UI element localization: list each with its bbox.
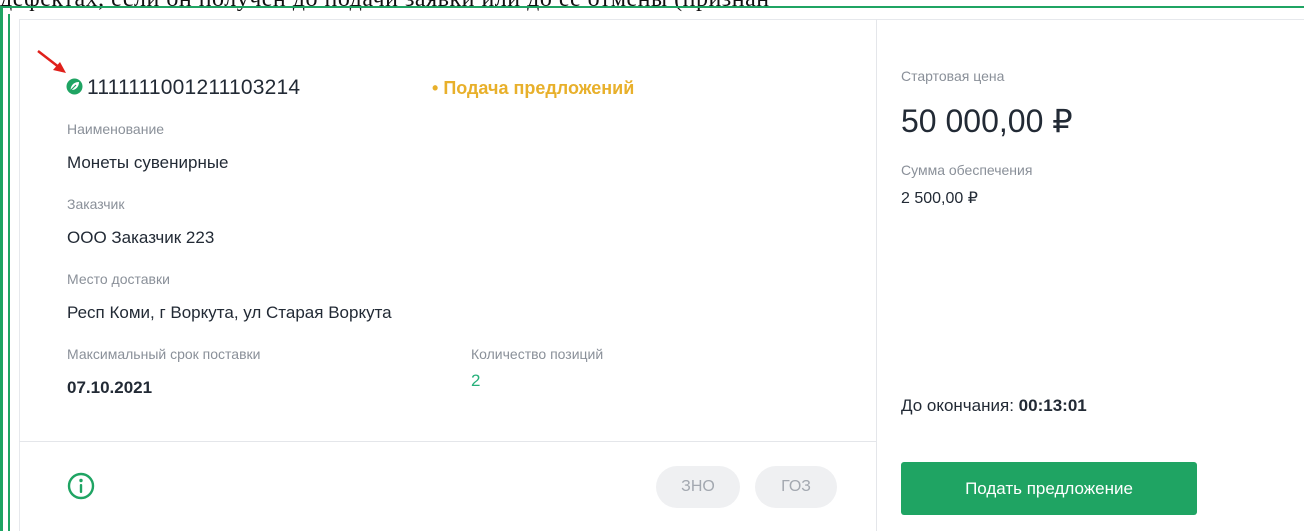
tender-registry-number[interactable]: 1111111001211103214 <box>87 76 300 100</box>
delivery-value: Респ Коми, г Воркута, ул Старая Воркута <box>67 303 392 322</box>
status-badge: • Подача предложений <box>432 78 635 98</box>
chip-zno: ЗНО <box>656 466 740 508</box>
status-text: Подача предложений <box>443 78 635 98</box>
deadline-timer: До окончания: 00:13:01 <box>901 396 1087 416</box>
leaf-badge-icon <box>66 78 83 95</box>
submit-offer-button[interactable]: Подать предложение <box>901 462 1197 515</box>
security-value: 2 500,00 ₽ <box>901 190 978 207</box>
positions-count-link[interactable]: 2 <box>471 371 480 391</box>
red-arrow-icon <box>37 50 66 73</box>
chip-goz: ГОЗ <box>755 466 837 508</box>
security-label: Сумма обеспечения <box>901 162 1033 178</box>
start-price-label: Стартовая цена <box>901 68 1005 84</box>
deadline-value: 00:13:01 <box>1018 396 1087 415</box>
name-label: Наименование <box>67 121 165 137</box>
customer-value: ООО Заказчик 223 <box>67 228 215 247</box>
card-horizontal-divider <box>19 441 876 442</box>
card-vertical-divider <box>876 19 877 531</box>
start-price-value: 50 000,00 ₽ <box>901 103 1073 139</box>
max-term-label: Максимальный срок поставки <box>67 346 261 362</box>
customer-label: Заказчик <box>67 196 125 212</box>
info-circle-icon[interactable] <box>67 472 95 500</box>
deadline-label: До окончания: <box>901 396 1014 415</box>
max-term-value: 07.10.2021 <box>67 378 153 397</box>
highlight-inner-line <box>8 14 10 531</box>
positions-label: Количество позиций <box>471 346 604 362</box>
delivery-label: Место доставки <box>67 271 170 287</box>
name-value: Монеты сувенирные <box>67 153 229 172</box>
